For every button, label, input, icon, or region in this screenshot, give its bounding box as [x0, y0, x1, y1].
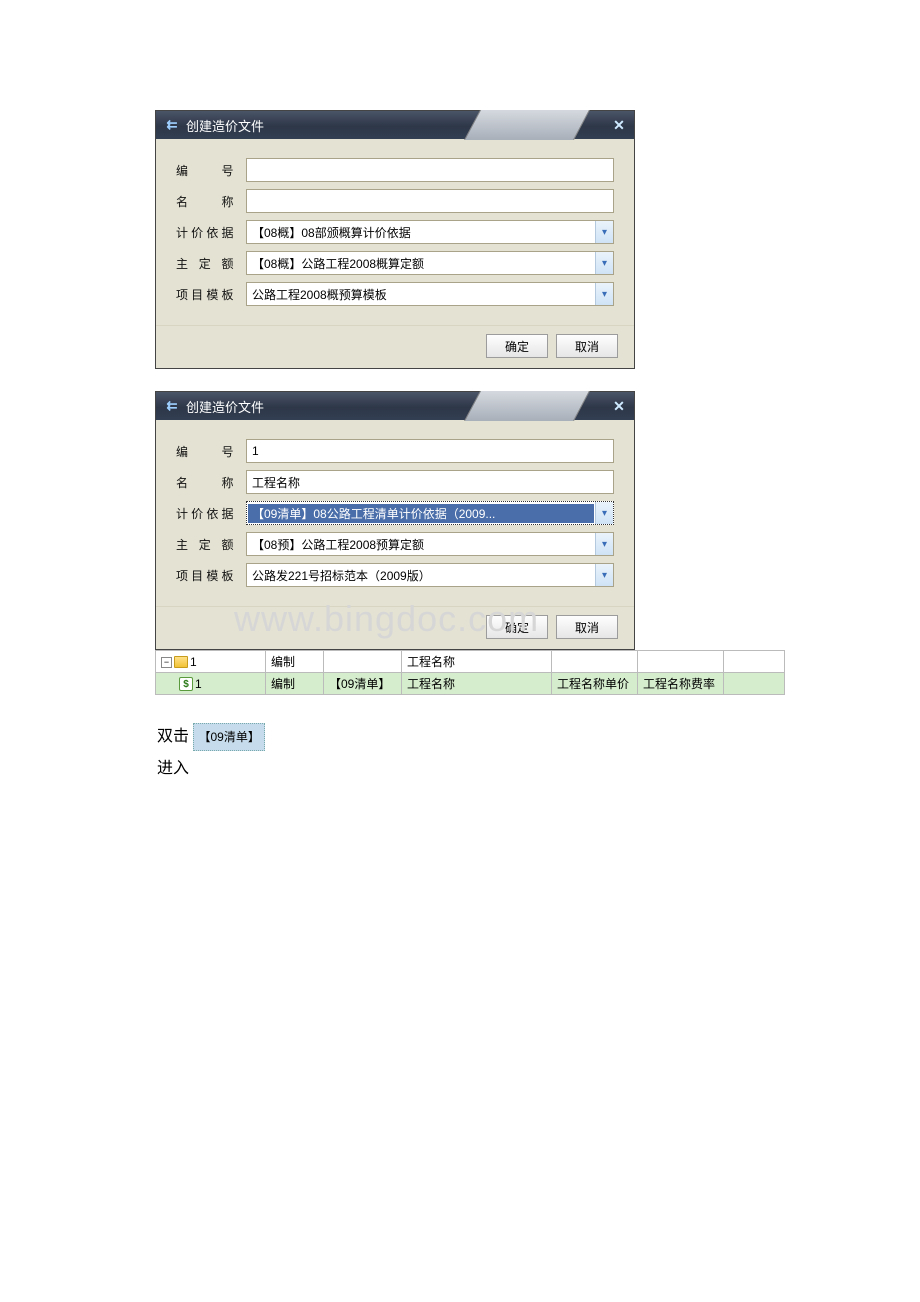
- cell-rate: [638, 651, 724, 673]
- combo-template[interactable]: 公路工程2008概预算模板 ▾: [246, 282, 614, 306]
- close-button[interactable]: ✕: [610, 116, 628, 134]
- dialog-title: 创建造价文件: [186, 116, 264, 135]
- form-area: 编 号 名 称 计价依据 【09清单】08公路工程清单计价依据（2009... …: [156, 420, 634, 606]
- button-bar: 确定 取消: [156, 325, 634, 368]
- cell-status: 编制: [266, 673, 324, 695]
- chevron-down-icon[interactable]: ▾: [595, 252, 613, 274]
- instruction-line1-prefix: 双击: [157, 728, 189, 745]
- input-number[interactable]: [246, 439, 614, 463]
- row-quota: 主 定 额 【08预】公路工程2008预算定额 ▾: [172, 532, 614, 556]
- titlebar: ⇇ 创建造价文件 ✕: [156, 392, 634, 420]
- combo-quota-text: 【08预】公路工程2008预算定额: [247, 534, 595, 555]
- dialog-create-cost-file-2: ⇇ 创建造价文件 ✕ 编 号 名 称 计价依据 【09清单】08公路工程清单计价…: [155, 391, 635, 650]
- combo-basis-text: 【09清单】08公路工程清单计价依据（2009...: [248, 504, 594, 523]
- dialog-create-cost-file-1: ⇇ 创建造价文件 ✕ 编 号 名 称 计价依据 【08概】08部颁概算计价依据 …: [155, 110, 635, 369]
- row-number: 编 号: [172, 439, 614, 463]
- combo-template[interactable]: 公路发221号招标范本（2009版） ▾: [246, 563, 614, 587]
- cell-unit-price: 工程名称单价: [552, 673, 638, 695]
- cell-status: 编制: [266, 651, 324, 673]
- project-tree-table: − 1 编制 工程名称 $ 1 编制 【09清单】 工程名称 工程名称单价 工程…: [155, 650, 785, 695]
- close-button[interactable]: ✕: [610, 397, 628, 415]
- row-template: 项目模板 公路发221号招标范本（2009版） ▾: [172, 563, 614, 587]
- row-basis: 计价依据 【09清单】08公路工程清单计价依据（2009... ▾: [172, 501, 614, 525]
- input-number[interactable]: [246, 158, 614, 182]
- titlebar-decoration: [464, 110, 590, 140]
- close-icon: ✕: [613, 398, 625, 415]
- document-icon: $: [179, 677, 193, 691]
- cell-extra: [724, 673, 785, 695]
- row-template: 项目模板 公路工程2008概预算模板 ▾: [172, 282, 614, 306]
- combo-basis[interactable]: 【08概】08部颁概算计价依据 ▾: [246, 220, 614, 244]
- cell-project-name: 工程名称: [402, 673, 552, 695]
- close-icon: ✕: [613, 117, 625, 134]
- label-name: 名 称: [172, 474, 246, 491]
- instruction-line2: 进入: [157, 753, 920, 785]
- titlebar-decoration: [464, 391, 590, 421]
- label-quota: 主 定 额: [172, 536, 246, 553]
- app-icon: ⇇: [164, 117, 180, 133]
- dialog-title: 创建造价文件: [186, 397, 264, 416]
- row-name: 名 称: [172, 470, 614, 494]
- tree-node-label: 1: [190, 655, 197, 669]
- row-name: 名 称: [172, 189, 614, 213]
- row-quota: 主 定 额 【08概】公路工程2008概算定额 ▾: [172, 251, 614, 275]
- label-number: 编 号: [172, 443, 246, 460]
- chevron-down-icon[interactable]: ▾: [595, 533, 613, 555]
- label-basis: 计价依据: [172, 224, 246, 241]
- cell-type: [324, 651, 402, 673]
- ok-button[interactable]: 确定: [486, 615, 548, 639]
- form-area: 编 号 名 称 计价依据 【08概】08部颁概算计价依据 ▾ 主 定 额 【08…: [156, 139, 634, 325]
- row-basis: 计价依据 【08概】08部颁概算计价依据 ▾: [172, 220, 614, 244]
- combo-template-text: 公路工程2008概预算模板: [247, 284, 595, 305]
- titlebar: ⇇ 创建造价文件 ✕: [156, 111, 634, 139]
- cancel-button[interactable]: 取消: [556, 615, 618, 639]
- tree-node-label: 1: [195, 677, 202, 691]
- label-template: 项目模板: [172, 286, 246, 303]
- tree-row-parent[interactable]: − 1 编制 工程名称: [156, 651, 785, 673]
- button-bar: 确定 取消: [156, 606, 634, 649]
- label-quota: 主 定 额: [172, 255, 246, 272]
- combo-quota-text: 【08概】公路工程2008概算定额: [247, 253, 595, 274]
- tree-row-child[interactable]: $ 1 编制 【09清单】 工程名称 工程名称单价 工程名称费率: [156, 673, 785, 695]
- instructions: 双击 【09清单】 进入: [157, 721, 920, 785]
- cell-rate: 工程名称费率: [638, 673, 724, 695]
- label-number: 编 号: [172, 162, 246, 179]
- folder-icon: [174, 656, 188, 668]
- cell-type: 【09清单】: [324, 673, 402, 695]
- combo-quota[interactable]: 【08概】公路工程2008概算定额 ▾: [246, 251, 614, 275]
- row-number: 编 号: [172, 158, 614, 182]
- ok-button[interactable]: 确定: [486, 334, 548, 358]
- label-name: 名 称: [172, 193, 246, 210]
- label-template: 项目模板: [172, 567, 246, 584]
- combo-basis-text: 【08概】08部颁概算计价依据: [247, 222, 595, 243]
- cancel-button[interactable]: 取消: [556, 334, 618, 358]
- collapse-toggle[interactable]: −: [161, 657, 172, 668]
- app-icon: ⇇: [164, 398, 180, 414]
- chevron-down-icon[interactable]: ▾: [595, 564, 613, 586]
- label-basis: 计价依据: [172, 505, 246, 522]
- chevron-down-icon[interactable]: ▾: [595, 502, 613, 524]
- cell-unit-price: [552, 651, 638, 673]
- combo-template-text: 公路发221号招标范本（2009版）: [247, 565, 595, 586]
- input-name[interactable]: [246, 470, 614, 494]
- cell-extra: [724, 651, 785, 673]
- instruction-chip: 【09清单】: [193, 723, 264, 751]
- combo-quota[interactable]: 【08预】公路工程2008预算定额 ▾: [246, 532, 614, 556]
- combo-basis[interactable]: 【09清单】08公路工程清单计价依据（2009... ▾: [246, 501, 614, 525]
- input-name[interactable]: [246, 189, 614, 213]
- cell-project-name: 工程名称: [402, 651, 552, 673]
- chevron-down-icon[interactable]: ▾: [595, 283, 613, 305]
- chevron-down-icon[interactable]: ▾: [595, 221, 613, 243]
